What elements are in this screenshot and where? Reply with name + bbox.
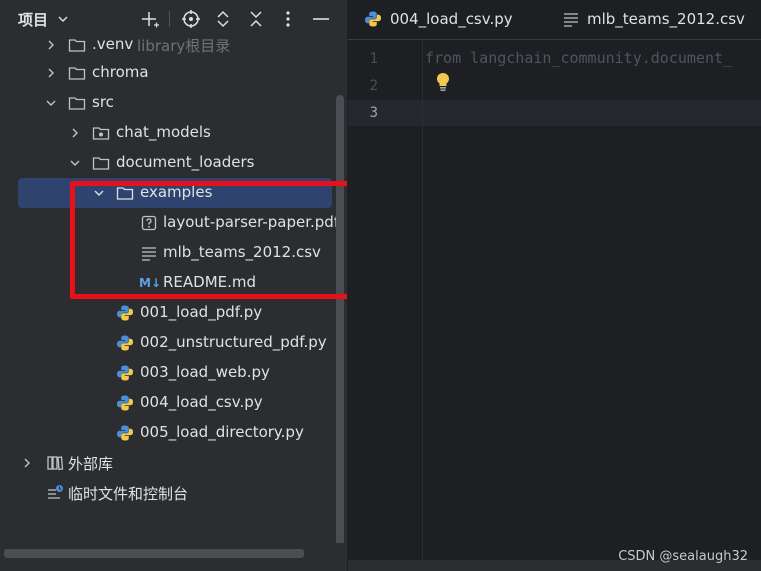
- tree-item-scratches-consoles[interactable]: 临时文件和控制台: [0, 478, 332, 508]
- python-file-icon: [116, 394, 134, 412]
- tree-item-chroma[interactable]: chroma: [0, 58, 332, 88]
- library-icon: [46, 454, 64, 472]
- tree-item-label: 005_load_directory.py: [140, 423, 304, 441]
- chevron-right-icon[interactable]: [45, 67, 57, 79]
- package-folder-icon: [92, 124, 110, 142]
- line-number: 2: [369, 78, 378, 94]
- tree-item-label: chat_models: [116, 123, 211, 141]
- tree-item-external-libraries[interactable]: 外部库: [0, 448, 332, 478]
- gutter-separator: [422, 40, 423, 560]
- python-file-icon: [116, 334, 134, 352]
- tree-item-chat-models[interactable]: chat_models: [0, 118, 332, 148]
- tree-item-label: 002_unstructured_pdf.py: [140, 333, 327, 351]
- tab-label: mlb_teams_2012.csv: [587, 10, 745, 28]
- tree-item-label: 004_load_csv.py: [140, 393, 263, 411]
- vertical-scrollbar[interactable]: [336, 95, 344, 557]
- watermark: CSDN @sealaugh32: [618, 549, 748, 564]
- chevron-down-icon[interactable]: [45, 97, 57, 109]
- panel-title[interactable]: 项目: [18, 9, 48, 30]
- tree-item-label: 001_load_pdf.py: [140, 303, 263, 321]
- add-icon[interactable]: [140, 9, 160, 29]
- expand-all-icon[interactable]: [213, 9, 233, 29]
- collapse-all-icon[interactable]: [246, 9, 266, 29]
- tree-item-label: document_loaders: [116, 153, 255, 171]
- scratches-icon: [46, 484, 64, 502]
- tree-item-document-loaders[interactable]: document_loaders: [0, 148, 332, 178]
- tree-item-label: 外部库: [68, 455, 114, 473]
- python-file-icon: [116, 424, 134, 442]
- chevron-right-icon[interactable]: [21, 457, 33, 469]
- folder-icon: [92, 154, 110, 172]
- tab-mlb-teams-csv[interactable]: mlb_teams_2012.csv: [562, 0, 761, 40]
- folder-icon: [68, 36, 86, 54]
- tree-item-src[interactable]: src: [0, 88, 332, 118]
- tree-item-005-load-directory[interactable]: 005_load_directory.py: [0, 418, 332, 448]
- line-number-current: 3: [369, 105, 378, 121]
- code-line[interactable]: from langchain_community.document_: [425, 49, 732, 67]
- text-file-icon: [562, 10, 580, 28]
- tree-item-003-load-web[interactable]: 003_load_web.py: [0, 358, 332, 388]
- tree-item-001-load-pdf[interactable]: 001_load_pdf.py: [0, 298, 332, 328]
- editor-area: 004_load_csv.py mlb_teams_2012.csv 1 2 3…: [348, 0, 761, 571]
- horizontal-scrollbar[interactable]: [4, 549, 304, 558]
- tree-item-002-unstructured-pdf[interactable]: 002_unstructured_pdf.py: [0, 328, 332, 358]
- tree-item-label: 临时文件和控制台: [68, 485, 189, 503]
- tree-item-suffix: library根目录: [137, 37, 231, 55]
- tree-item-label: chroma: [92, 63, 149, 81]
- chevron-down-icon[interactable]: [69, 157, 81, 169]
- header-divider: [169, 11, 170, 27]
- tree-item-label: .venv: [92, 35, 134, 53]
- line-number: 1: [369, 51, 378, 67]
- tab-label: 004_load_csv.py: [390, 10, 513, 28]
- folder-icon: [68, 64, 86, 82]
- crosshair-icon[interactable]: [181, 9, 201, 29]
- python-file-icon: [116, 304, 134, 322]
- project-panel: 项目 .venv library根目录 chroma src chat_mode…: [0, 0, 347, 571]
- folder-icon: [68, 94, 86, 112]
- current-line-highlight: [348, 100, 761, 126]
- annotation-highlight-box: [70, 181, 347, 299]
- chevron-down-icon[interactable]: [57, 11, 69, 23]
- tree-item-label: src: [92, 93, 114, 111]
- python-file-icon: [116, 364, 134, 382]
- editor-tab-bar: 004_load_csv.py mlb_teams_2012.csv: [348, 0, 761, 40]
- chevron-right-icon[interactable]: [45, 39, 57, 51]
- tree-item-label: 003_load_web.py: [140, 363, 270, 381]
- python-file-icon: [364, 10, 382, 28]
- tree-item-venv[interactable]: .venv library根目录: [0, 30, 332, 60]
- chevron-right-icon[interactable]: [69, 127, 81, 139]
- lightbulb-icon[interactable]: [435, 72, 451, 92]
- tab-004-load-csv[interactable]: 004_load_csv.py: [364, 0, 544, 40]
- minimize-icon[interactable]: [311, 9, 331, 29]
- tree-item-004-load-csv[interactable]: 004_load_csv.py: [0, 388, 332, 418]
- more-options-icon[interactable]: [278, 9, 298, 29]
